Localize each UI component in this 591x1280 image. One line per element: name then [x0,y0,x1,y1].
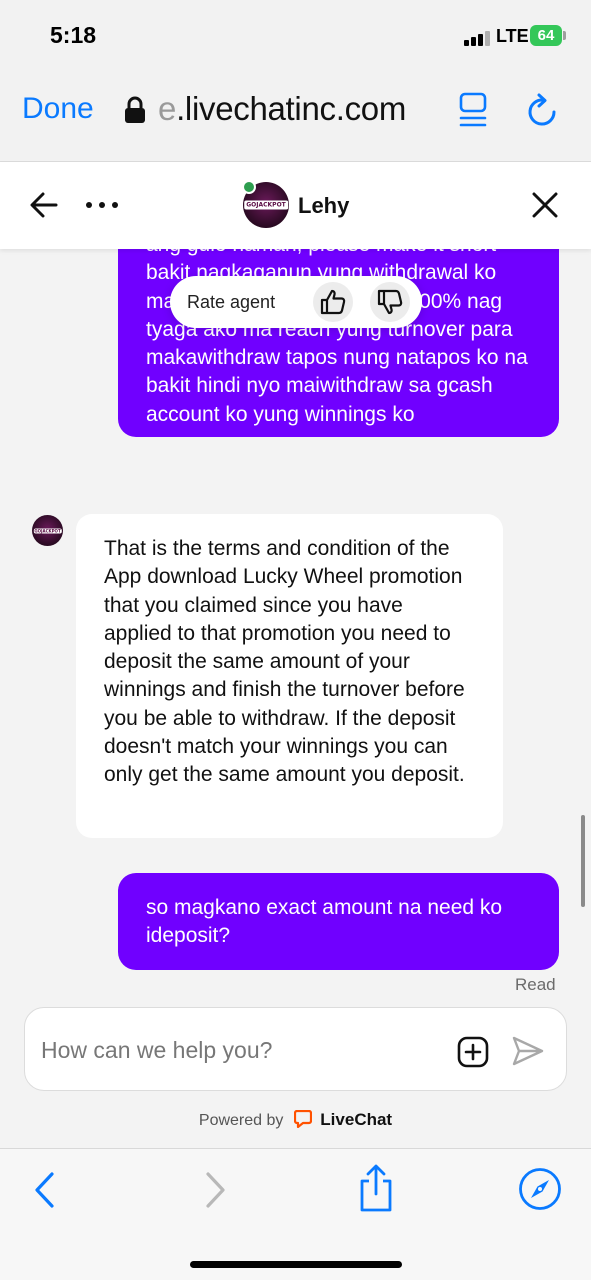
avatar-logo: GOJACKPOT [33,528,62,533]
back-arrow-icon[interactable] [30,192,58,218]
share-icon[interactable] [356,1163,396,1213]
thumbs-down-icon [377,289,403,315]
user-message: so magkano exact amount na need ko idepo… [118,873,559,970]
thumbs-down-button[interactable] [370,282,410,322]
url-prefix: e [158,90,177,127]
battery-tip [563,31,566,40]
agent-message-avatar: GOJACKPOT [32,515,63,546]
lock-icon [125,96,145,123]
browser-toolbar [0,1148,591,1280]
status-bar: 5:18 LTE 64 [0,0,591,70]
message-composer [24,1007,567,1091]
powered-by: Powered by LiveChat [0,1110,591,1130]
network-label: LTE [496,26,529,46]
reload-icon[interactable] [524,92,560,130]
url-display[interactable]: e.livechatinc.com [158,90,406,128]
thumbs-up-button[interactable] [313,282,353,322]
close-icon[interactable] [532,192,558,218]
chat-messages[interactable]: ang gulo naman, please make it short bak… [0,249,591,1148]
add-attachment-icon[interactable] [457,1036,489,1068]
livechat-logo-icon [293,1110,312,1128]
forward-icon[interactable] [202,1171,228,1209]
home-indicator [190,1261,402,1268]
status-time: 5:18 [50,22,97,48]
powered-by-label: Powered by [198,1112,284,1129]
thumbs-up-icon [320,289,346,315]
browser-bar: Done e.livechatinc.com [0,70,591,162]
livechat-brand[interactable]: LiveChat [320,1110,392,1129]
compass-icon[interactable] [518,1167,562,1211]
battery-icon: 64 [530,25,562,46]
read-status: Read [515,975,556,994]
chat-scrollbar[interactable] [581,815,585,907]
rate-agent-label: Rate agent [187,292,276,312]
done-button[interactable]: Done [22,92,94,126]
reader-icon[interactable] [458,92,488,128]
chat-header: GOJACKPOT Lehy [0,162,591,249]
rate-agent-pill: Rate agent [170,276,422,328]
url-domain: .livechatinc.com [176,90,407,127]
send-icon[interactable] [512,1036,544,1066]
message-input[interactable] [41,1030,441,1070]
more-icon[interactable] [86,202,120,210]
agent-name: Lehy [298,193,350,218]
back-icon[interactable] [32,1171,58,1209]
signal-icon [464,30,490,46]
agent-message: That is the terms and condition of the A… [76,514,503,838]
avatar-logo: GOJACKPOT [244,200,288,210]
online-status-dot [242,180,256,194]
